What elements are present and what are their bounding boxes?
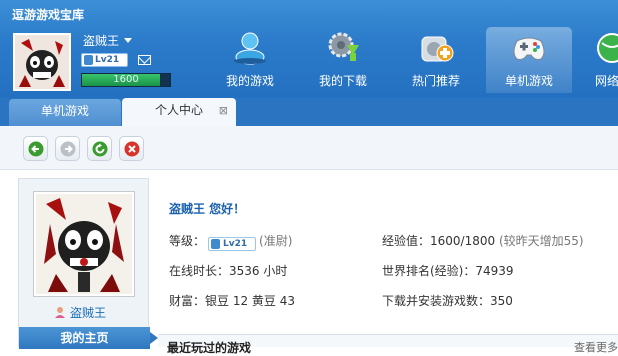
globe-icon xyxy=(597,33,618,63)
tab-personal-center[interactable]: 个人中心 ⊠ xyxy=(122,98,236,126)
nav-online[interactable]: 网络 xyxy=(576,27,618,93)
nav-label: 热门推荐 xyxy=(411,74,460,88)
wealth: 财富：银豆 12 黄豆 43 xyxy=(169,294,295,308)
level-badge: Lv21 xyxy=(81,53,128,67)
level-row: 等级： Lv21 (准尉) xyxy=(169,232,293,251)
greeting-text: 盗贼王 您好！ xyxy=(169,202,246,216)
forward-icon xyxy=(60,141,76,157)
exp-label: 经验值：1600/1800 xyxy=(382,234,496,248)
back-button[interactable] xyxy=(23,136,48,161)
nav-label: 网络 xyxy=(595,74,618,88)
refresh-icon xyxy=(92,141,108,157)
level-badge-text: Lv21 xyxy=(223,239,248,249)
recent-games-header: 最近玩过的游戏 查看更多 xyxy=(158,334,618,355)
user-avatar[interactable] xyxy=(13,33,71,91)
tab-label: 个人中心 xyxy=(154,103,203,117)
stop-button[interactable] xyxy=(119,136,144,161)
nav-hot-picks[interactable]: 热门推荐 xyxy=(393,27,479,93)
tab-label: 单机游戏 xyxy=(40,104,89,118)
level-badge: Lv21 xyxy=(208,237,257,251)
level-label: 等级： xyxy=(169,234,206,248)
gamepad-icon xyxy=(513,37,545,60)
nav-single-games[interactable]: 单机游戏 xyxy=(486,27,572,93)
tab-bar: 单机游戏 个人中心 ⊠ xyxy=(0,98,618,127)
close-icon[interactable]: ⊠ xyxy=(219,98,228,123)
experience-value: 1600 xyxy=(113,74,139,85)
mail-icon[interactable] xyxy=(138,55,151,65)
nav-label: 我的下载 xyxy=(318,74,367,88)
stop-icon xyxy=(124,141,140,157)
exp-increase: (较昨天增加55) xyxy=(498,234,584,248)
exp-row: 经验值：1600/1800 (较昨天增加55) xyxy=(382,232,584,249)
refresh-button[interactable] xyxy=(87,136,112,161)
level-text: Lv21 xyxy=(95,55,120,65)
view-more-link[interactable]: 查看更多 xyxy=(574,339,618,355)
user-icon xyxy=(55,307,65,318)
forward-button[interactable] xyxy=(55,136,80,161)
experience-bar: 1600 xyxy=(81,73,171,87)
online-time: 在线时长：3536 小时 xyxy=(169,264,288,278)
recent-games-title: 最近玩过的游戏 xyxy=(167,341,252,355)
gem-plus-icon xyxy=(421,36,454,62)
world-rank: 世界排名(经验)：74939 xyxy=(382,264,514,278)
username-dropdown[interactable]: 盗贼王 xyxy=(83,32,119,49)
sidebar-username[interactable]: 盗贼王 xyxy=(70,304,106,321)
level-star-icon xyxy=(84,55,93,65)
rank-title: (准尉) xyxy=(259,234,293,248)
back-icon xyxy=(28,141,44,157)
person-icon xyxy=(234,32,266,65)
browser-toolbar xyxy=(0,126,618,170)
download-count: 下载并安装游戏数：350 xyxy=(382,294,513,308)
nav-my-downloads[interactable]: 我的下载 xyxy=(300,27,386,93)
nav-label: 我的游戏 xyxy=(225,74,274,88)
profile-avatar xyxy=(33,191,135,297)
header-bar: 逗游游戏宝库 盗贼王 Lv21 1600 我的游戏 我的下载 热门推荐 单机游戏… xyxy=(0,0,618,98)
chevron-down-icon[interactable] xyxy=(124,38,132,43)
nav-my-games[interactable]: 我的游戏 xyxy=(207,27,293,93)
tab-single-games[interactable]: 单机游戏 xyxy=(9,99,121,127)
gear-download-icon xyxy=(328,32,359,61)
nav-label: 单机游戏 xyxy=(504,74,553,88)
app-title: 逗游游戏宝库 xyxy=(12,8,85,22)
level-star-icon xyxy=(211,239,221,249)
my-home-button[interactable]: 我的主页 xyxy=(19,327,158,349)
profile-sidebar: 盗贼王 我的主页 xyxy=(18,178,158,349)
